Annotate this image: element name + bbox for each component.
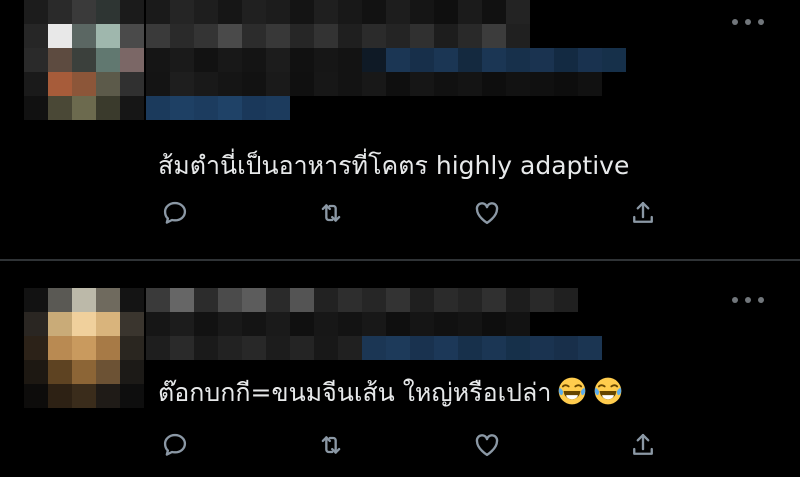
laughing-crying-emoji-icon (595, 377, 622, 405)
avatar-pixelated[interactable] (24, 0, 144, 120)
tweet-text: ส้มตำนี่เป็นอาหารที่โคตร highly adaptive (158, 151, 630, 180)
more-options-icon[interactable] (732, 292, 764, 308)
tweet-actions (158, 428, 678, 462)
more-options-icon[interactable] (732, 14, 764, 30)
tweet[interactable]: ต๊อกบกกี=ขนมจีนเส้น ใหญ่หรือเปล่า (0, 262, 800, 477)
avatar-pixelated[interactable] (24, 288, 144, 408)
like-icon[interactable] (470, 428, 504, 462)
tweet[interactable]: ส้มตำนี่เป็นอาหารที่โคตร highly adaptive (0, 0, 800, 260)
share-icon[interactable] (626, 428, 660, 462)
share-icon[interactable] (626, 196, 660, 230)
tweet-divider (0, 259, 800, 261)
laughing-crying-emoji-icon (559, 377, 586, 405)
like-icon[interactable] (470, 196, 504, 230)
tweet-text-content: ต๊อกบกกี=ขนมจีนเส้น ใหญ่หรือเปล่า (158, 378, 552, 407)
tweet-actions (158, 196, 678, 230)
tweet-text: ต๊อกบกกี=ขนมจีนเส้น ใหญ่หรือเปล่า (158, 376, 623, 409)
reply-icon[interactable] (158, 428, 192, 462)
retweet-icon[interactable] (314, 428, 348, 462)
retweet-icon[interactable] (314, 196, 348, 230)
reply-icon[interactable] (158, 196, 192, 230)
